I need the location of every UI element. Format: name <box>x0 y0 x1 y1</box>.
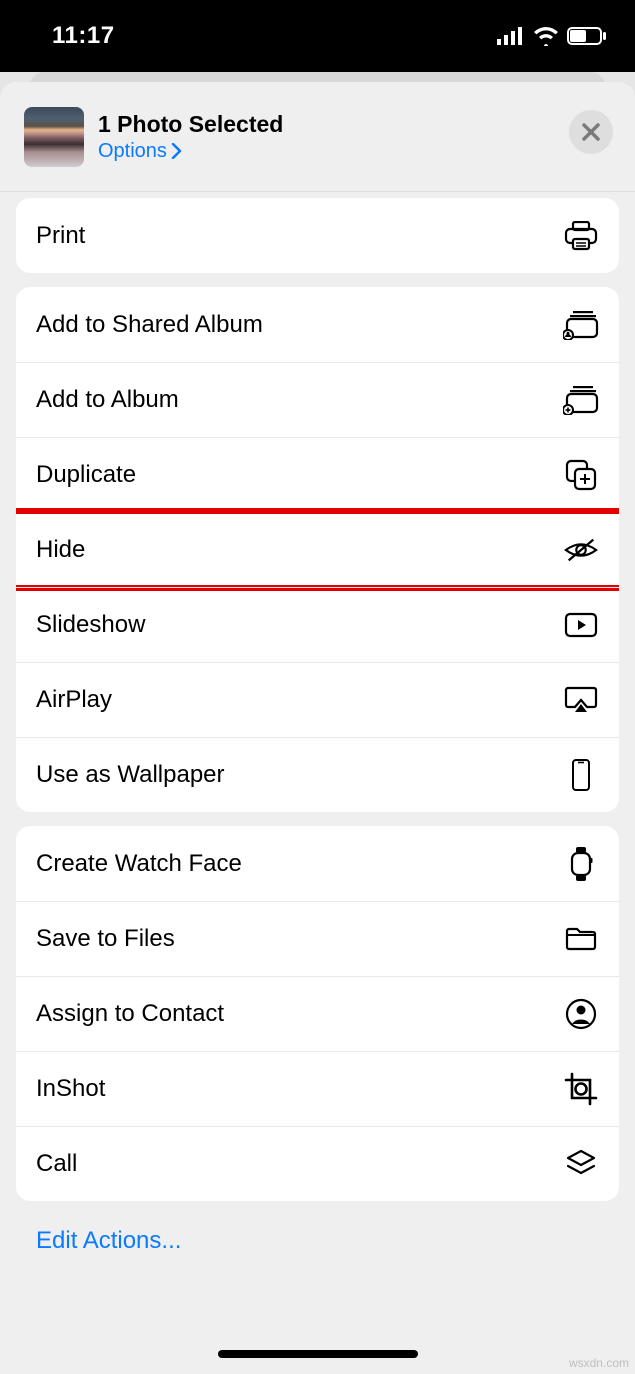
assign-contact-row[interactable]: Assign to Contact <box>16 976 619 1051</box>
status-time: 11:17 <box>52 22 115 50</box>
cellular-icon <box>497 27 525 45</box>
action-group-3: Create Watch Face Save to Files Assign t… <box>16 826 619 1201</box>
print-label: Print <box>36 222 85 250</box>
watch-icon <box>563 846 599 882</box>
add-shared-album-label: Add to Shared Album <box>36 311 263 339</box>
wallpaper-row[interactable]: Use as Wallpaper <box>16 737 619 812</box>
battery-icon <box>567 27 607 45</box>
wallpaper-label: Use as Wallpaper <box>36 761 225 789</box>
add-album-row[interactable]: Add to Album <box>16 362 619 437</box>
chevron-right-icon <box>171 143 182 159</box>
save-files-label: Save to Files <box>36 925 175 953</box>
airplay-row[interactable]: AirPlay <box>16 662 619 737</box>
print-row[interactable]: Print <box>16 198 619 273</box>
close-button[interactable] <box>569 110 613 154</box>
action-group-1: Print <box>16 198 619 273</box>
slideshow-label: Slideshow <box>36 611 145 639</box>
printer-icon <box>563 221 599 251</box>
airplay-icon <box>563 686 599 714</box>
inshot-row[interactable]: InShot <box>16 1051 619 1126</box>
action-group-2: Add to Shared Album Add to Album Duplica… <box>16 287 619 812</box>
device-frame: 11:17 1 Photo Selected Options <box>0 0 635 1374</box>
duplicate-row[interactable]: Duplicate <box>16 437 619 512</box>
actions-list: Print Add to Shared Album Add to Album <box>0 192 635 1295</box>
slideshow-row[interactable]: Slideshow <box>16 587 619 662</box>
duplicate-icon <box>563 459 599 491</box>
hide-label: Hide <box>36 536 85 564</box>
save-files-row[interactable]: Save to Files <box>16 901 619 976</box>
watermark: wsxdn.com <box>569 1356 629 1370</box>
duplicate-label: Duplicate <box>36 461 136 489</box>
close-icon <box>581 122 601 142</box>
watch-face-label: Create Watch Face <box>36 850 242 878</box>
add-album-label: Add to Album <box>36 386 179 414</box>
watch-face-row[interactable]: Create Watch Face <box>16 826 619 901</box>
hide-row[interactable]: Hide <box>16 512 619 587</box>
folder-icon <box>563 926 599 952</box>
wifi-icon <box>533 26 559 46</box>
phone-icon <box>563 758 599 792</box>
status-bar: 11:17 <box>0 0 635 72</box>
edit-actions-link[interactable]: Edit Actions... <box>16 1215 619 1295</box>
layers-icon <box>563 1148 599 1180</box>
contact-icon <box>563 998 599 1030</box>
add-shared-album-row[interactable]: Add to Shared Album <box>16 287 619 362</box>
options-label: Options <box>98 140 167 163</box>
photo-thumbnail <box>24 107 84 167</box>
share-sheet: 1 Photo Selected Options Print <box>0 82 635 1374</box>
call-row[interactable]: Call <box>16 1126 619 1201</box>
hide-row-highlight: Hide <box>16 512 619 587</box>
inshot-icon <box>563 1072 599 1106</box>
status-icons <box>497 26 607 46</box>
sheet-title: 1 Photo Selected <box>98 111 283 138</box>
airplay-label: AirPlay <box>36 686 112 714</box>
hide-icon <box>563 536 599 564</box>
call-label: Call <box>36 1150 77 1178</box>
add-album-icon <box>563 385 599 415</box>
play-icon <box>563 612 599 638</box>
sheet-header: 1 Photo Selected Options <box>0 82 635 192</box>
options-button[interactable]: Options <box>98 140 283 163</box>
home-indicator[interactable] <box>218 1350 418 1358</box>
header-text: 1 Photo Selected Options <box>98 111 283 163</box>
assign-contact-label: Assign to Contact <box>36 1000 224 1028</box>
shared-album-icon <box>563 310 599 340</box>
inshot-label: InShot <box>36 1075 105 1103</box>
